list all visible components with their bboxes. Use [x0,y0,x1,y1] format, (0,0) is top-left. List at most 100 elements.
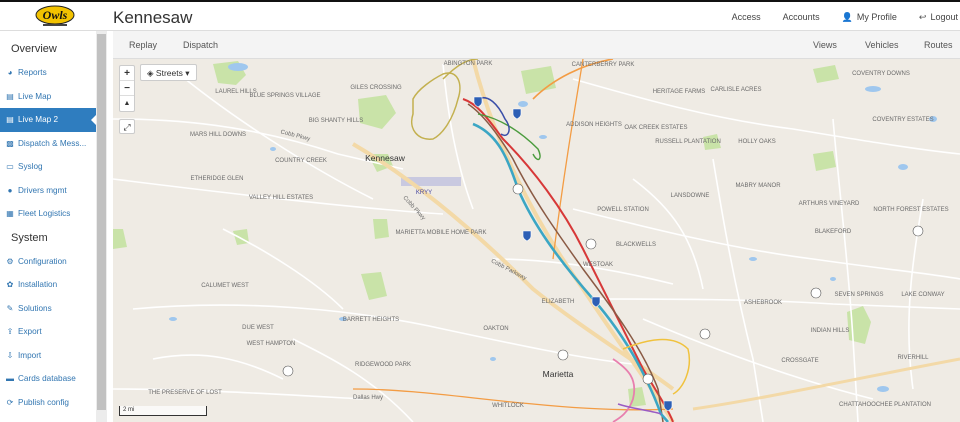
sidebar-item-configuration[interactable]: ⚙ Configuration [0,250,96,274]
map-scale: 2 mi [119,406,207,416]
map-label-calumet-west: CALUMET WEST [201,283,249,289]
views-menu[interactable]: Views [813,40,837,50]
map-label-powell-station: POWELL STATION [597,207,649,213]
routes-menu[interactable]: Routes [924,40,953,50]
sidebar-item-syslog[interactable]: ▭ Syslog [0,155,96,179]
layers-label: Streets [155,68,183,78]
sidebar-item-label: Solutions [18,303,52,313]
layers-dropdown[interactable]: ◈ Streets ▾ [140,64,197,81]
map-label-whitlock: WHITLOCK [492,403,524,409]
zoom-control: + − ▲ [119,65,135,112]
map-icon: ▤ [6,115,14,124]
map-label-due-west: DUE WEST [242,325,274,331]
sidebar-item-label: Live Map [18,91,52,101]
map-label-riverhill: RIVERHILL [897,355,929,361]
replay-tab[interactable]: Replay [129,40,157,50]
map-label-ridgewood-park: RIDGEWOOD PARK [355,362,411,368]
sidebar-item-cards-database[interactable]: ▬ Cards database [0,367,96,391]
caret-down-icon: ▾ [185,68,190,78]
map-label-north-forest: NORTH FOREST ESTATES [873,207,948,213]
map-label-blue-springs: BLUE SPRINGS VILLAGE [249,93,320,99]
sidebar-item-export[interactable]: ⇪ Export [0,320,96,344]
sidebar-item-label: Reports [18,68,47,77]
map-label-elizabeth: ELIZABETH [542,299,575,305]
map-label-indian-hills: INDIAN HILLS [811,328,850,334]
logout-icon: ↩ [918,12,927,22]
map-label-westoak: WESTOAK [583,262,613,268]
map-label-crossgate: CROSSGATE [781,358,818,364]
sidebar-item-fleet-logistics[interactable]: ▦ Fleet Logistics [0,202,96,226]
calendar-icon: ▦ [6,209,14,218]
wrench-icon: ✿ [6,280,14,289]
map-label-country-creek: COUNTRY CREEK [275,158,327,164]
map-label-lake-conway: LAKE CONWAY [901,292,944,298]
access-link[interactable]: Access [732,12,761,23]
map-label-barrett-heights: BARRETT HEIGHTS [343,317,399,323]
fullscreen-icon: ⤢ [123,122,131,132]
my-profile-link[interactable]: 👤 My Profile [842,12,897,23]
sidebar-item-dispatch[interactable]: ▩ Dispatch & Mess... [0,132,96,156]
zoom-in-button[interactable]: + [120,66,134,81]
section-overview: Overview [11,43,57,55]
sidebar-item-label: Fleet Logistics [18,209,71,218]
map-label-the-preserve: THE PRESERVE OF LOST [148,390,222,396]
my-profile-label: My Profile [856,12,897,22]
logout-link[interactable]: ↩ Logout [919,12,958,23]
sidebar-item-drivers[interactable]: ● Drivers mgmt [0,179,96,203]
map-label-canterberry-park: CANTERBERRY PARK [572,62,635,68]
user-icon: ● [7,185,13,195]
owls-logo[interactable]: Owls [35,5,75,27]
sidebar-scrollbar-thumb[interactable] [97,34,106,410]
sidebar-item-publish-config[interactable]: ⟳ Publish config [0,391,96,415]
map-label-blackwells: BLACKWELLS [616,242,656,248]
gears-icon: ⚙ [6,256,14,266]
top-nav: Access Accounts 👤 My Profile ↩ Logout [732,12,958,23]
sidebar-item-installation[interactable]: ✿ Installation [0,273,96,297]
bus-icon: ▩ [6,138,14,148]
sidebar-item-import[interactable]: ⇩ Import [0,344,96,368]
map-label-russell-plantation: RUSSELL PLANTATION [655,139,721,145]
map-label-arthurs-vineyard: ARTHURS VINEYARD [799,201,860,207]
dispatch-tab[interactable]: Dispatch [183,40,218,50]
map-label-kryy: KRYY [416,190,432,196]
north-arrow-button[interactable]: ▲ [120,96,134,111]
sidebar-item-label: Live Map 2 [18,115,59,124]
sidebar-item-label: Configuration [18,256,67,266]
edit-icon: ✎ [6,303,14,313]
map-label-valley-hill-estates: VALLEY HILL ESTATES [249,195,313,201]
sidebar-item-label: Publish config [18,397,69,407]
sidebar: Overview ◕ Reports ▤ Live Map ▤ Live Map 2 … [0,31,96,422]
map-label-lansdowne: LANSDOWNE [671,193,710,199]
pie-chart-icon: ◕ [7,68,13,77]
map-label-ashebrook: ASHEBROOK [744,300,782,306]
sidebar-item-solutions[interactable]: ✎ Solutions [0,297,96,321]
section-system: System [11,231,48,244]
user-icon: 👤 [841,12,853,22]
map-label-etheridge-glen: ETHERIDGE GLEN [190,176,243,182]
zoom-out-button[interactable]: − [120,81,134,96]
fullscreen-button[interactable]: ⤢ [119,119,135,134]
vehicles-menu[interactable]: Vehicles [865,40,899,50]
sidebar-item-label: Cards database [18,374,76,383]
sidebar-item-live-map-2[interactable]: ▤ Live Map 2 [0,108,96,132]
map-label-kennesaw: Kennesaw [365,153,406,163]
sidebar-item-label: Export [18,327,42,336]
map-canvas[interactable]: Kennesaw Marietta ELIZABETH OAKTON WESTO… [113,59,960,422]
map-label-blakeford: BLAKEFORD [815,229,852,235]
accounts-link[interactable]: Accounts [783,12,820,23]
map-label-mars-hill-downs: MARS HILL DOWNS [190,132,246,138]
publish-icon: ⟳ [6,397,14,407]
map-label-heritage-farms: HERITAGE FARMS [653,89,706,95]
map-label-seven-springs: SEVEN SPRINGS [834,292,883,298]
sidebar-item-reports[interactable]: ◕ Reports [0,61,96,85]
sidebar-item-live-map[interactable]: ▤ Live Map [0,85,96,109]
live-map[interactable]: Kennesaw Marietta ELIZABETH OAKTON WESTO… [113,59,960,422]
map-label-giles-crossing: GILES CROSSING [350,85,402,91]
sidebar-item-label: Dispatch & Mess... [18,138,87,148]
sidebar-item-label: Installation [18,280,58,289]
map-label-mabry-manor: MABRY MANOR [735,183,781,189]
map-label-laurel-hills: LAUREL HILLS [215,89,256,95]
map-label-oak-creek-estates: OAK CREEK ESTATES [624,125,687,131]
terminal-icon: ▭ [6,162,14,171]
map-label-big-shanty-hills: BIG SHANTY HILLS [309,118,364,124]
